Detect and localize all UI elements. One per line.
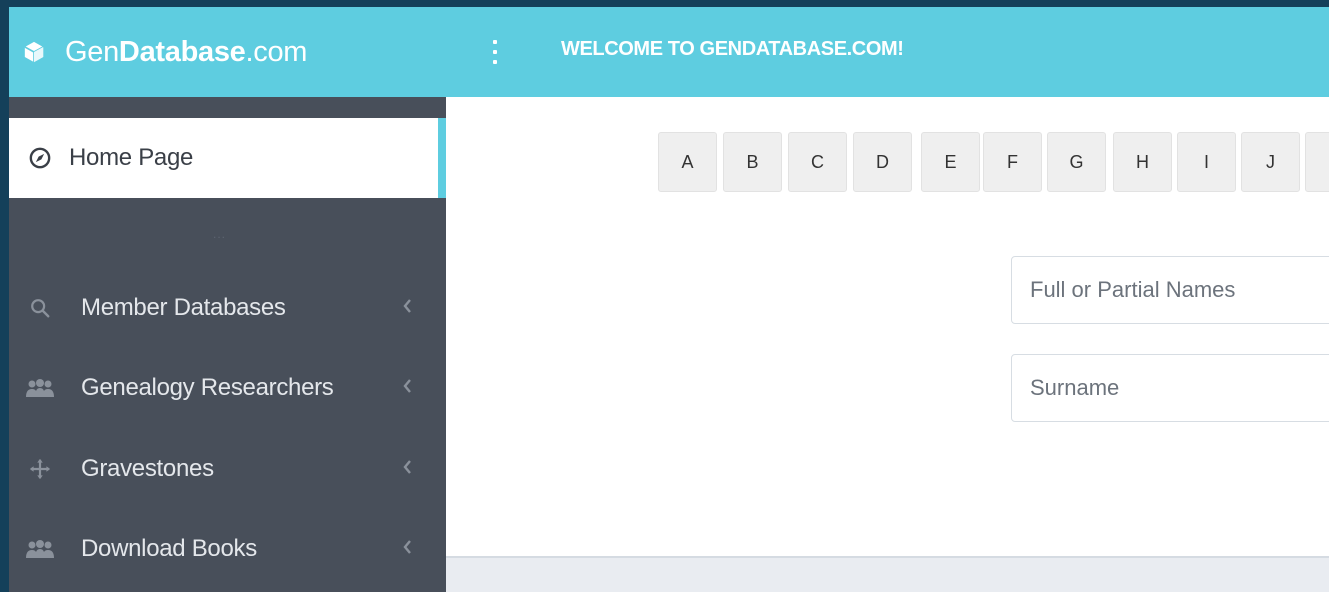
chevron-left-icon [403,540,411,554]
sidebar-item-gravestones[interactable]: Gravestones [9,439,446,499]
sidebar-item-label: Genealogy Researchers [81,374,334,401]
brand-suffix: .com [245,35,308,68]
sidebar-separator: ... [213,227,227,241]
sidebar-item-member-databases[interactable]: Member Databases [9,278,446,338]
letter-button-g[interactable]: G [1047,132,1106,192]
brand-bold: Database [118,35,246,68]
brand-name: GenDatabase.com [65,36,307,69]
users-icon [23,539,57,559]
sidebar-item-home-page[interactable]: Home Page [9,118,446,198]
welcome-title: WELCOME TO GENDATABASE.COM! [561,38,904,60]
chevron-left-icon [403,299,411,313]
main-content: A B C D E F G H I J K [446,97,1329,558]
letter-button-k[interactable]: K [1305,132,1329,192]
app-frame: GenDatabase.com WELCOME TO GENDATABASE.C… [9,7,1329,592]
kebab-menu-icon[interactable] [485,38,505,66]
sidebar-item-label: Home Page [69,144,194,171]
users-icon [23,378,57,398]
brand-prefix: Gen [65,35,119,68]
surname-search-input[interactable] [1011,354,1329,422]
top-header-bar: GenDatabase.com WELCOME TO GENDATABASE.C… [9,7,1329,97]
letter-button-j[interactable]: J [1241,132,1300,192]
chevron-left-icon [403,460,411,474]
letter-button-a[interactable]: A [658,132,717,192]
sidebar-item-download-books[interactable]: Download Books [9,519,446,579]
arrows-icon [23,458,57,480]
letter-button-b[interactable]: B [723,132,782,192]
letter-button-h[interactable]: H [1113,132,1172,192]
names-search-input[interactable] [1011,256,1329,324]
letter-button-d[interactable]: D [853,132,912,192]
sidebar-item-label: Member Databases [81,294,286,321]
sidebar-item-label: Gravestones [81,455,214,482]
compass-icon [29,147,51,169]
sidebar-item-genealogy-researchers[interactable]: Genealogy Researchers [9,358,446,418]
chevron-left-icon [403,379,411,393]
letter-button-i[interactable]: I [1177,132,1236,192]
sidebar: Home Page ... Member Databases Genealogy… [9,97,446,592]
brand-logo[interactable]: GenDatabase.com [9,7,446,97]
sidebar-item-label: Download Books [81,535,257,562]
search-icon [23,297,57,319]
cube-icon [24,41,44,63]
letter-button-c[interactable]: C [788,132,847,192]
letter-button-f[interactable]: F [983,132,1042,192]
letter-button-e[interactable]: E [921,132,980,192]
